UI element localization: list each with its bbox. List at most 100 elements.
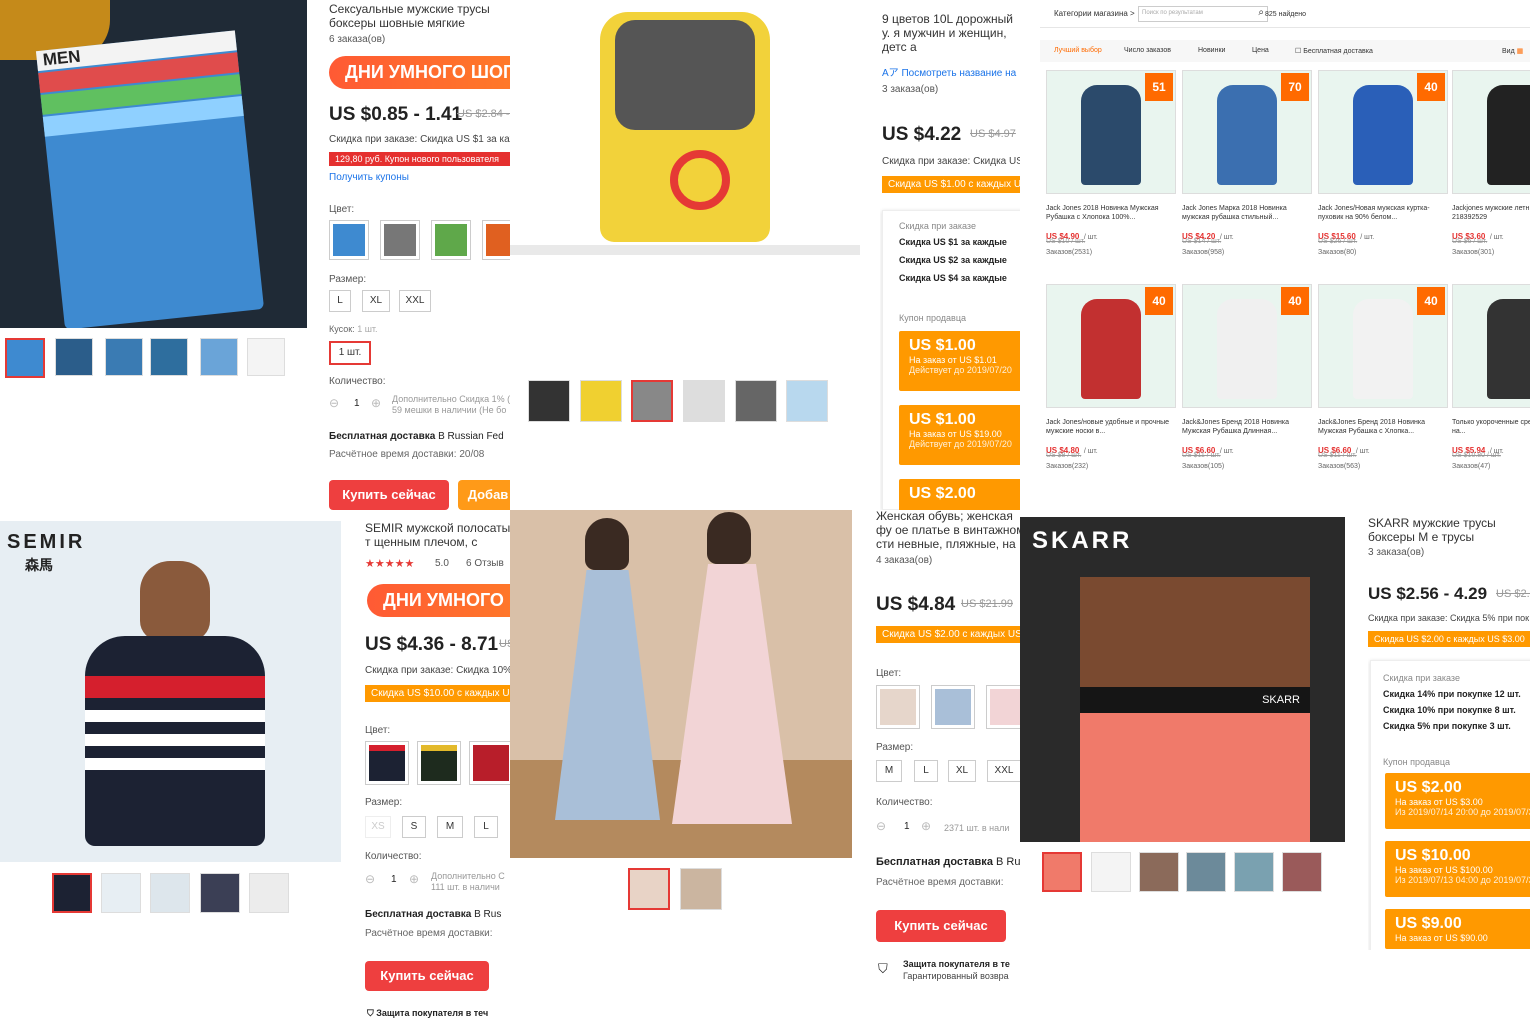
product-image[interactable]: 40	[1318, 284, 1448, 408]
search-icon[interactable]: ⌕	[1258, 7, 1264, 18]
product-image[interactable]: 40	[1182, 284, 1312, 408]
product-card[interactable]: 40 Jackjones мужские летн плавки | 21839…	[1452, 70, 1530, 270]
seller-coupon[interactable]: US $1.00 На заказ от US $1.01 Действует до…	[899, 331, 1020, 391]
add-to-cart-button[interactable]: Добав	[458, 480, 510, 510]
reviews-link[interactable]: 6 Отзыв	[466, 558, 504, 569]
product-image-backpack[interactable]	[510, 0, 860, 255]
thumbnail[interactable]	[200, 873, 240, 913]
qty-input[interactable]: 1	[391, 874, 397, 885]
product-image-boxers[interactable]: MEN	[0, 0, 307, 328]
sort-new[interactable]: Новинки	[1198, 47, 1225, 54]
store-coupon-bar[interactable]: Скидка US $1.00 с каждых US	[882, 176, 1020, 193]
color-swatch[interactable]	[482, 220, 510, 260]
product-title[interactable]: Только укороченные средней посадки на...	[1452, 418, 1530, 436]
sort-orders[interactable]: Число заказов	[1124, 47, 1171, 54]
product-title[interactable]: Jack&Jones Бренд 2018 Новинка Мужская Ру…	[1182, 418, 1310, 436]
product-title[interactable]: Jack Jones 2018 Новинка Мужская Рубашка …	[1046, 204, 1174, 222]
size-option[interactable]: XXL	[399, 290, 431, 312]
size-option[interactable]: S	[402, 816, 426, 838]
thumbnail[interactable]	[786, 380, 828, 422]
qty-plus-button[interactable]: ⊕	[921, 819, 931, 833]
thumbnail[interactable]	[1139, 852, 1179, 892]
size-option[interactable]: M	[437, 816, 463, 838]
size-option[interactable]: L	[474, 816, 498, 838]
color-swatch[interactable]	[431, 220, 471, 260]
store-coupon-bar[interactable]: Скидка US $2.00 с каждых US $3.00	[1368, 631, 1530, 647]
qty-minus-button[interactable]: ⊖	[329, 396, 339, 410]
size-option[interactable]: XL	[362, 290, 390, 312]
qty-input[interactable]: 1	[354, 398, 360, 409]
thumbnail[interactable]	[580, 380, 622, 422]
thumbnail[interactable]	[1186, 852, 1226, 892]
thumbnail[interactable]	[680, 868, 722, 910]
free-shipping-checkbox[interactable]: ☐ Бесплатная доставка	[1295, 47, 1373, 55]
product-image-sweater[interactable]: SEMIR 森馬	[0, 521, 341, 862]
thumbnail[interactable]	[52, 873, 92, 913]
qty-minus-button[interactable]: ⊖	[365, 872, 375, 886]
product-title[interactable]: Jack Jones/Новая мужская куртка-пуховик …	[1318, 204, 1446, 222]
size-option[interactable]: XS	[365, 816, 391, 838]
thumbnail[interactable]	[628, 868, 670, 910]
color-swatch[interactable]	[329, 220, 369, 260]
size-option[interactable]: XL	[948, 760, 976, 782]
thumbnail[interactable]	[528, 380, 570, 422]
thumbnail[interactable]	[1282, 852, 1322, 892]
sort-best[interactable]: Лучший выбор	[1054, 47, 1102, 54]
sort-price[interactable]: Цена	[1252, 47, 1269, 54]
thumbnail[interactable]	[735, 380, 777, 422]
get-coupons-link[interactable]: Получить купоны	[329, 172, 409, 183]
product-image[interactable]: 40	[1318, 70, 1448, 194]
thumbnail[interactable]	[150, 338, 188, 376]
product-card[interactable]: 40 Только укороченные средней посадки на…	[1452, 284, 1530, 484]
qty-minus-button[interactable]: ⊖	[876, 819, 886, 833]
thumbnail[interactable]	[150, 873, 190, 913]
product-image-skarr[interactable]: SKARR SKARR	[1020, 517, 1345, 842]
view-translation-link[interactable]: Aア Посмотреть название на	[882, 64, 1016, 79]
store-coupon-bar[interactable]: Скидка US $10.00 с каждых US $	[365, 685, 510, 702]
product-card[interactable]: 70 Jack Jones Марка 2018 Новинка мужская…	[1182, 70, 1312, 270]
thumbnail[interactable]	[247, 338, 285, 376]
piece-option[interactable]: 1 шт.	[329, 341, 371, 365]
qty-plus-button[interactable]: ⊕	[409, 872, 419, 886]
thumbnail[interactable]	[200, 338, 238, 376]
product-title[interactable]: Jackjones мужские летн плавки | 21839252…	[1452, 204, 1530, 222]
color-swatch[interactable]	[469, 741, 510, 785]
thumbnail[interactable]	[631, 380, 673, 422]
buy-now-button[interactable]: Купить сейчас	[876, 910, 1006, 942]
size-option[interactable]: L	[329, 290, 351, 312]
search-input[interactable]: Поиск по результатам ⌕	[1138, 6, 1268, 22]
thumbnail[interactable]	[55, 338, 93, 376]
product-title[interactable]: Jack Jones/новые удобные и прочные мужск…	[1046, 418, 1174, 436]
seller-coupon[interactable]: US $2.00 На заказ от US $3.00 Из 2019/07/1…	[1385, 773, 1530, 829]
color-swatch[interactable]	[986, 685, 1020, 729]
seller-coupon[interactable]: US $1.00 На заказ от US $19.00 Действует д…	[899, 405, 1020, 465]
product-title[interactable]: Jack Jones Марка 2018 Новинка мужская ру…	[1182, 204, 1310, 222]
color-swatch[interactable]	[365, 741, 409, 785]
color-swatch[interactable]	[380, 220, 420, 260]
thumbnail[interactable]	[101, 873, 141, 913]
qty-plus-button[interactable]: ⊕	[371, 396, 381, 410]
thumbnail[interactable]	[105, 338, 143, 376]
thumbnail[interactable]	[249, 873, 289, 913]
product-title[interactable]: Jack&Jones Бренд 2018 Новинка Мужская Ру…	[1318, 418, 1446, 436]
qty-input[interactable]: 1	[904, 821, 910, 832]
seller-coupon[interactable]: US $9.00 На заказ от US $90.00	[1385, 909, 1530, 949]
seller-coupon[interactable]: US $10.00 На заказ от US $100.00 Из 2019/0…	[1385, 841, 1530, 897]
product-image-dresses[interactable]	[510, 510, 852, 858]
size-option[interactable]: XXL	[987, 760, 1020, 782]
color-swatch[interactable]	[876, 685, 920, 729]
product-card[interactable]: 40 Jack&Jones Бренд 2018 Новинка Мужская…	[1318, 284, 1448, 484]
thumbnail[interactable]	[683, 380, 725, 422]
product-image[interactable]: 40	[1452, 70, 1530, 194]
product-card[interactable]: 40 Jack Jones/Новая мужская куртка-пухов…	[1318, 70, 1448, 270]
product-card[interactable]: 40 Jack&Jones Бренд 2018 Новинка Мужская…	[1182, 284, 1312, 484]
product-card[interactable]: 40 Jack Jones/новые удобные и прочные му…	[1046, 284, 1176, 484]
promo-banner[interactable]: ДНИ УМНОГО	[367, 584, 510, 617]
store-coupon-bar[interactable]: Скидка US $2.00 с каждых US $	[876, 626, 1020, 643]
color-swatch[interactable]	[417, 741, 461, 785]
view-toggle[interactable]: Вид ▦	[1502, 47, 1523, 55]
buy-now-button[interactable]: Купить сейчас	[365, 961, 489, 991]
product-image[interactable]: 70	[1182, 70, 1312, 194]
thumbnail[interactable]	[5, 338, 45, 378]
product-image[interactable]: 51	[1046, 70, 1176, 194]
